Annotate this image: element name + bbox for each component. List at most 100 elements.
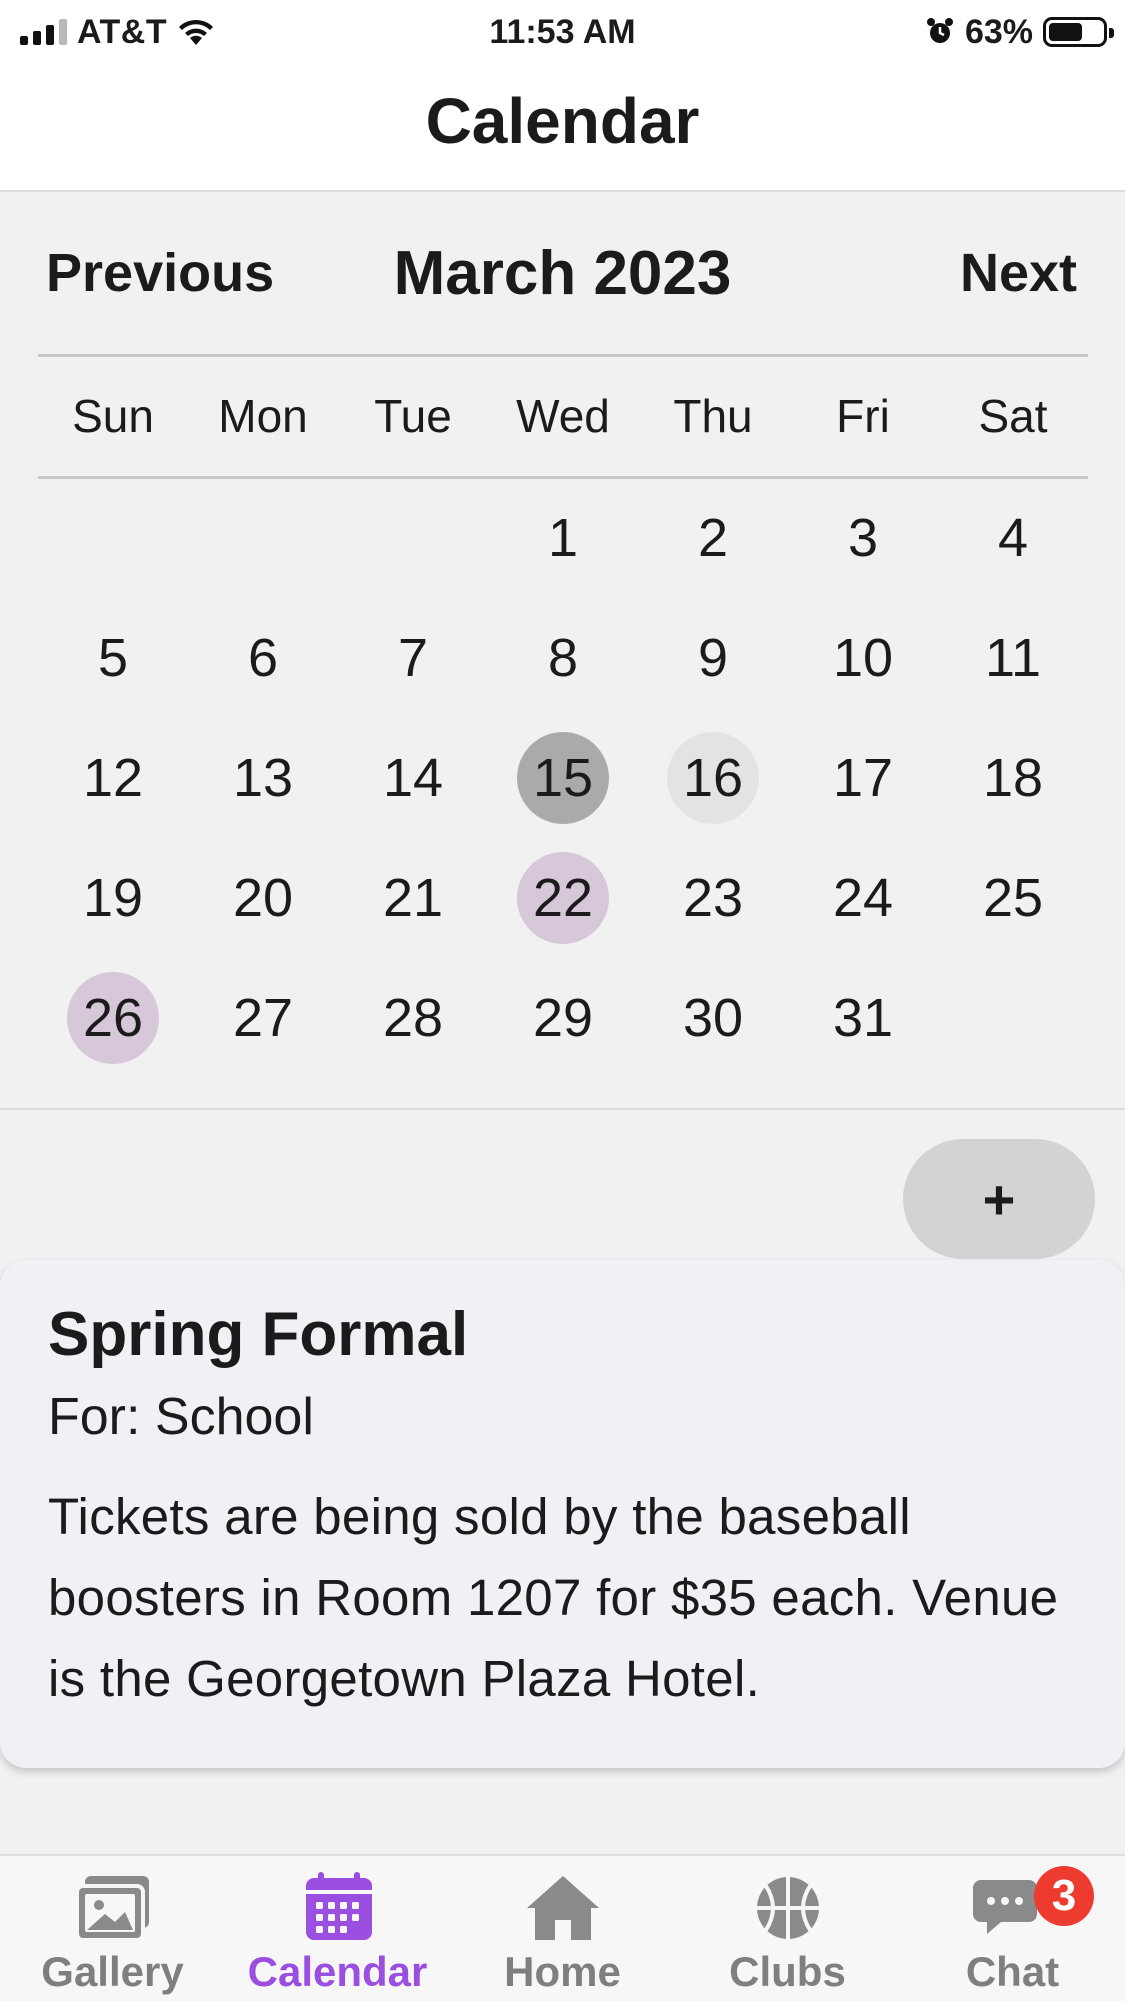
unread-badge: 3 [1034,1866,1094,1926]
day-cell[interactable]: 28 [338,958,488,1078]
tab-chat[interactable]: 3 Chat [900,1856,1125,2001]
day-number: 29 [532,988,594,1048]
day-cell[interactable]: 24 [788,838,938,958]
day-cell[interactable]: 8 [488,598,638,718]
day-cell[interactable]: 1 [488,478,638,598]
day-cell[interactable]: 29 [488,958,638,1078]
day-cell[interactable]: 3 [788,478,938,598]
day-number: 19 [82,868,144,928]
weekday-label: Thu [673,390,753,442]
page-title: Calendar [425,85,700,157]
tab-label: Home [504,1948,621,1995]
day-number: 15 [517,732,609,824]
day-number: 1 [547,508,579,568]
day-number: 23 [682,868,744,928]
calendar-grid: 1 2 3 4 5 6 7 8 9 10 11 12 13 14 15 16 17 18 19 20 21 22 23 24 2… [38,478,1088,1078]
day-cell[interactable]: 16 [638,718,788,838]
day-cell[interactable]: 13 [188,718,338,838]
empty-cell [38,478,188,598]
tab-label: Chat [965,1948,1060,1995]
basketball-icon [756,1877,819,1939]
day-number: 11 [984,628,1042,688]
day-cell[interactable]: 12 [38,718,188,838]
day-cell[interactable]: 30 [638,958,788,1078]
day-cell[interactable]: 23 [638,838,788,958]
day-number: 26 [67,972,159,1064]
alarm-icon [926,18,953,43]
add-event-button[interactable]: + [903,1139,1095,1259]
day-cell[interactable]: 27 [188,958,338,1078]
day-number: 20 [232,868,294,928]
tab-label: Gallery [41,1948,184,1995]
battery-level [1049,23,1082,41]
day-number: 24 [832,868,894,928]
weekday-label: Wed [516,390,610,442]
day-cell[interactable]: 20 [188,838,338,958]
divider [0,1108,1125,1110]
day-cell[interactable]: 22 [488,838,638,958]
nav-bar: Calendar [0,64,1125,192]
day-number: 21 [382,868,444,928]
weekday-label: Fri [836,390,890,442]
battery-icon [1043,17,1114,47]
weekday-label: Tue [374,390,452,442]
weekday-label: Mon [218,390,308,442]
day-number: 7 [397,628,429,688]
day-cell[interactable]: 21 [338,838,488,958]
status-bar: AT&T 11:53 AM 63% [0,0,1125,64]
day-number: 3 [847,508,879,568]
event-description: Tickets are being sold by the baseball b… [48,1488,1059,1707]
day-cell[interactable]: 31 [788,958,938,1078]
tab-label: Calendar [247,1948,428,1995]
tab-gallery[interactable]: Gallery [0,1856,225,2001]
divider [38,354,1088,357]
day-number: 28 [382,988,444,1048]
day-cell[interactable]: 10 [788,598,938,718]
tab-home[interactable]: Home [450,1856,675,2001]
day-cell[interactable]: 18 [938,718,1088,838]
day-number: 16 [667,732,759,824]
day-cell[interactable]: 2 [638,478,788,598]
day-number: 4 [997,508,1029,568]
day-number: 5 [97,628,129,688]
day-number: 31 [832,988,894,1048]
tab-label: Clubs [729,1948,846,1995]
day-cell[interactable]: 11 [938,598,1088,718]
day-cell[interactable]: 6 [188,598,338,718]
calendar-icon [305,1872,372,1940]
day-cell[interactable]: 14 [338,718,488,838]
day-cell[interactable]: 17 [788,718,938,838]
next-month-button[interactable]: Next [960,242,1077,304]
tab-bar: Gallery Calendar Home Clubs 3 Chat [0,1854,1125,2001]
weekday-header: Sun Mon Tue Wed Thu Fri Sat [38,380,1088,452]
weekday-label: Sat [978,390,1048,442]
day-cell[interactable]: 15 [488,718,638,838]
day-number: 30 [682,988,744,1048]
event-audience: For: School [48,1388,314,1446]
day-cell[interactable]: 4 [938,478,1088,598]
tab-calendar[interactable]: Calendar [225,1856,450,2001]
day-number: 25 [982,868,1044,928]
day-cell[interactable]: 5 [38,598,188,718]
day-cell[interactable]: 9 [638,598,788,718]
month-selector: Previous March 2023 Next [0,192,1125,354]
day-number: 14 [382,748,444,808]
day-number: 22 [517,852,609,944]
status-right: 63% [925,8,1114,56]
day-number: 8 [547,628,579,688]
month-title: March 2023 [393,239,732,308]
day-number: 10 [832,628,894,688]
event-card[interactable]: Spring Formal For: School Tickets are be… [0,1260,1125,1768]
day-cell[interactable]: 25 [938,838,1088,958]
tab-clubs[interactable]: Clubs [675,1856,900,2001]
day-number: 12 [82,748,144,808]
day-number: 13 [232,748,294,808]
home-icon [526,1876,599,1940]
day-number: 17 [832,748,894,808]
gallery-icon [74,1876,149,1942]
day-cell[interactable]: 7 [338,598,488,718]
day-number: 2 [697,508,729,568]
weekday-label: Sun [72,390,154,442]
day-cell[interactable]: 26 [38,958,188,1078]
day-cell[interactable]: 19 [38,838,188,958]
